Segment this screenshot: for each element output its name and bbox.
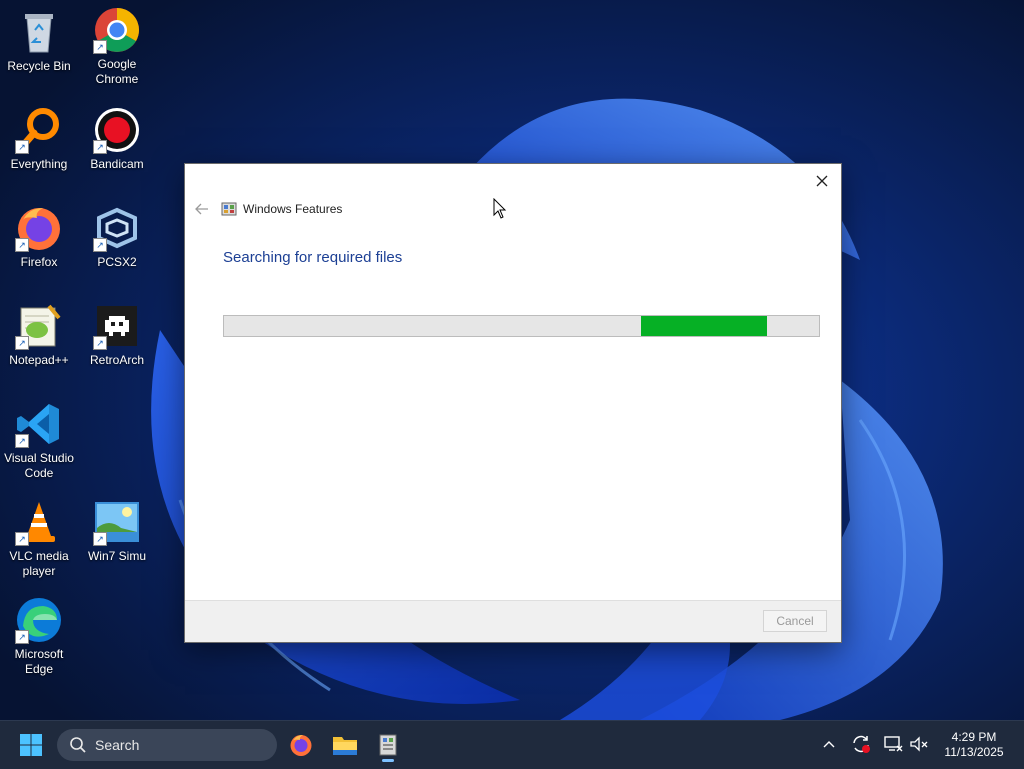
dialog-title: Windows Features bbox=[243, 202, 343, 216]
progress-bar-fill bbox=[640, 316, 767, 336]
back-button[interactable] bbox=[191, 198, 213, 220]
desktop-icon-label: Visual Studio Code bbox=[4, 451, 74, 480]
clock-date: 11/13/2025 bbox=[944, 745, 1004, 759]
shortcut-arrow-icon: ↗ bbox=[15, 336, 29, 350]
desktop-icon-win7-simu[interactable]: ↗ Win7 Simu bbox=[78, 498, 156, 564]
desktop-icon-recycle-bin[interactable]: Recycle Bin bbox=[0, 8, 78, 74]
windows-logo-icon bbox=[20, 734, 42, 756]
desktop-icon-pcsx2[interactable]: ↗ PCSX2 bbox=[78, 204, 156, 270]
taskbar-clock[interactable]: 4:29 PM 11/13/2025 bbox=[936, 730, 1012, 760]
tray-sync-icon-button[interactable] bbox=[850, 733, 872, 755]
desktop-icon-label: Notepad++ bbox=[9, 353, 69, 367]
recycle-bin-icon bbox=[25, 14, 53, 53]
desktop-icon-label: Recycle Bin bbox=[7, 59, 71, 73]
sync-icon bbox=[853, 735, 870, 753]
shortcut-arrow-icon: ↗ bbox=[93, 336, 107, 350]
start-button[interactable] bbox=[16, 731, 46, 759]
desktop-icon-label: Everything bbox=[10, 157, 68, 171]
firefox-icon bbox=[290, 735, 312, 756]
taskbar-app-file-explorer[interactable] bbox=[328, 729, 362, 761]
desktop-icon-google-chrome[interactable]: ↗ Google Chrome bbox=[78, 6, 156, 87]
desktop-icon-microsoft-edge[interactable]: ↗ Microsoft Edge bbox=[0, 596, 78, 677]
desktop-icon-label: Bandicam bbox=[90, 157, 144, 171]
shortcut-arrow-icon: ↗ bbox=[15, 532, 29, 546]
close-icon bbox=[816, 175, 828, 187]
desktop-icon-retroarch[interactable]: ↗ RetroArch bbox=[78, 302, 156, 368]
taskbar-search-box[interactable]: Search bbox=[57, 729, 277, 761]
windows-features-dialog: Windows Features Searching for required … bbox=[185, 164, 841, 642]
desktop-icon-notepad-plus-plus[interactable]: ↗ Notepad++ bbox=[0, 302, 78, 368]
tray-network-button[interactable] bbox=[882, 733, 904, 755]
chevron-up-icon bbox=[823, 741, 835, 748]
desktop-icon-label: RetroArch bbox=[89, 353, 145, 367]
desktop-icon-bandicam[interactable]: ↗ Bandicam bbox=[78, 106, 156, 172]
desktop-icon-visual-studio-code[interactable]: ↗ Visual Studio Code bbox=[0, 400, 78, 481]
shortcut-arrow-icon: ↗ bbox=[93, 40, 107, 54]
clock-time: 4:29 PM bbox=[951, 730, 997, 744]
tray-volume-button[interactable] bbox=[908, 733, 930, 755]
desktop-icon-label: Microsoft Edge bbox=[14, 647, 64, 676]
shortcut-arrow-icon: ↗ bbox=[15, 238, 29, 252]
network-monitor-icon bbox=[884, 736, 903, 752]
close-button[interactable] bbox=[807, 168, 837, 194]
desktop-icon-firefox[interactable]: ↗ Firefox bbox=[0, 204, 78, 270]
search-label: Search bbox=[95, 737, 140, 753]
shortcut-arrow-icon: ↗ bbox=[15, 140, 29, 154]
desktop-icon-label: Win7 Simu bbox=[87, 549, 146, 563]
dialog-footer: Cancel bbox=[185, 600, 841, 642]
shortcut-arrow-icon: ↗ bbox=[15, 630, 29, 644]
taskbar-app-firefox[interactable] bbox=[284, 729, 318, 761]
windows-features-icon bbox=[221, 202, 237, 216]
back-arrow-icon bbox=[195, 203, 208, 215]
mouse-cursor-icon bbox=[493, 198, 507, 219]
desktop-icon-vlc[interactable]: ↗ VLC media player bbox=[0, 498, 78, 579]
desktop-icon-label: VLC media player bbox=[9, 549, 69, 578]
volume-muted-icon bbox=[910, 736, 928, 752]
progress-bar bbox=[223, 315, 820, 337]
taskbar-app-windows-features[interactable] bbox=[371, 729, 405, 762]
show-hidden-icons-button[interactable] bbox=[818, 733, 840, 755]
cancel-button[interactable]: Cancel bbox=[763, 610, 827, 632]
desktop-icon-label: Google Chrome bbox=[95, 57, 139, 86]
taskbar: Search 4:29 PM 11/13/2025 bbox=[0, 720, 1024, 769]
shortcut-arrow-icon: ↗ bbox=[93, 238, 107, 252]
shortcut-arrow-icon: ↗ bbox=[93, 532, 107, 546]
status-heading: Searching for required files bbox=[223, 249, 403, 266]
desktop-icon-label: PCSX2 bbox=[97, 255, 137, 269]
search-icon bbox=[70, 737, 86, 753]
file-explorer-icon bbox=[333, 737, 357, 755]
shortcut-arrow-icon: ↗ bbox=[15, 434, 29, 448]
desktop-icon-everything[interactable]: ↗ Everything bbox=[0, 106, 78, 172]
windows-features-icon bbox=[379, 734, 397, 756]
shortcut-arrow-icon: ↗ bbox=[93, 140, 107, 154]
desktop-icon-label: Firefox bbox=[20, 255, 58, 269]
dialog-title-row: Windows Features bbox=[221, 200, 342, 218]
